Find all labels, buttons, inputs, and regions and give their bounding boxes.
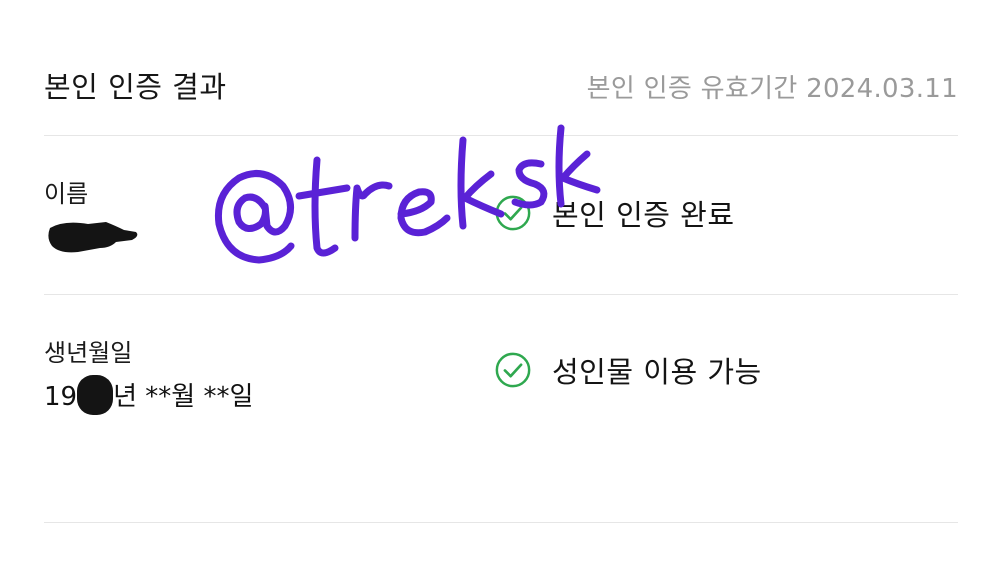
birthdate-section: 생년월일 19 년 **월 **일 성인물 이용 가능 — [44, 295, 958, 523]
check-circle-icon — [495, 352, 531, 388]
adult-access-status: 성인물 이용 가능 — [494, 350, 762, 390]
redacted-name-value — [48, 222, 138, 253]
birthdate-label: 생년월일 — [44, 339, 133, 367]
handwritten-watermark — [214, 124, 601, 264]
redacted-birth-year — [77, 375, 114, 415]
name-label: 이름 — [44, 180, 89, 208]
validity-date: 본인 인증 유효기간 2024.03.11 — [586, 74, 958, 104]
page-title: 본인 인증 결과 — [44, 70, 227, 104]
birthdate-suffix: 년 **월 **일 — [113, 382, 254, 412]
adult-status-text: 성인물 이용 가능 — [552, 355, 762, 389]
divider — [44, 522, 958, 523]
birthdate-prefix: 19 — [44, 382, 78, 412]
birthdate-value: 19 년 **월 **일 — [44, 375, 253, 415]
